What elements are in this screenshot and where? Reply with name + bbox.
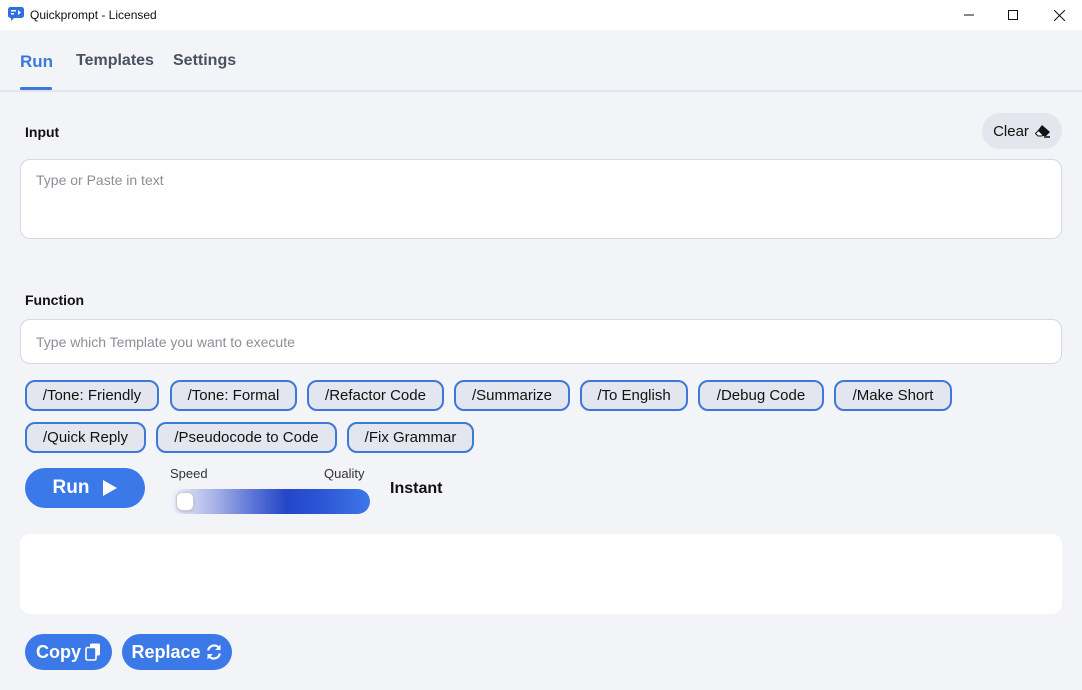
template-chip-refactor-code[interactable]: /Refactor Code [307, 380, 444, 411]
play-icon [103, 480, 118, 496]
template-chip-fix-grammar[interactable]: /Fix Grammar [347, 422, 474, 453]
template-chip-to-english[interactable]: /To English [580, 380, 688, 411]
slider-speed-label: Speed [170, 466, 208, 481]
refresh-icon [206, 644, 221, 660]
template-chip-quick-reply[interactable]: /Quick Reply [25, 422, 146, 453]
maximize-icon [1008, 10, 1018, 20]
template-chip-make-short[interactable]: /Make Short [834, 380, 952, 411]
slider-thumb[interactable] [176, 492, 194, 511]
active-tab-indicator [20, 87, 52, 90]
function-label: Function [25, 292, 85, 308]
minimize-icon [964, 14, 974, 16]
app-logo-icon [8, 7, 24, 21]
template-chip-pseudocode-to-code[interactable]: /Pseudocode to Code [156, 422, 337, 453]
run-button-label: Run [52, 477, 90, 498]
input-textarea[interactable] [20, 159, 1062, 239]
slider-value-label: Instant [390, 480, 443, 497]
copy-button[interactable]: Copy [25, 634, 112, 670]
clear-button[interactable]: Clear [982, 113, 1062, 149]
tab-settings[interactable]: Settings [173, 52, 236, 70]
slider-quality-label: Quality [324, 466, 365, 481]
maximize-button[interactable] [990, 0, 1036, 30]
output-area[interactable] [20, 534, 1062, 614]
close-icon [1053, 9, 1065, 21]
close-button[interactable] [1036, 0, 1082, 30]
run-button[interactable]: Run [25, 468, 145, 508]
title-bar: Quickprompt - Licensed [0, 0, 1082, 30]
minimize-button[interactable] [946, 0, 992, 30]
copy-button-label: Copy [36, 641, 81, 662]
window-title: Quickprompt - Licensed [30, 8, 157, 22]
template-chip-summarize[interactable]: /Summarize [454, 380, 570, 411]
speed-quality-slider[interactable] [170, 489, 370, 514]
template-chip-tone-formal[interactable]: /Tone: Formal [170, 380, 297, 411]
clear-button-label: Clear [993, 122, 1029, 140]
template-chip-debug-code[interactable]: /Debug Code [698, 380, 824, 411]
tab-run[interactable]: Run [20, 52, 53, 72]
tab-templates[interactable]: Templates [76, 52, 154, 70]
function-input[interactable] [20, 319, 1062, 364]
tab-bar: Run Templates Settings [0, 30, 1082, 92]
input-label: Input [25, 124, 60, 140]
copy-icon [85, 643, 100, 661]
template-chip-tone-friendly[interactable]: /Tone: Friendly [25, 380, 159, 411]
replace-button-label: Replace [131, 641, 201, 662]
eraser-icon [1034, 125, 1050, 138]
replace-button[interactable]: Replace [122, 634, 232, 670]
